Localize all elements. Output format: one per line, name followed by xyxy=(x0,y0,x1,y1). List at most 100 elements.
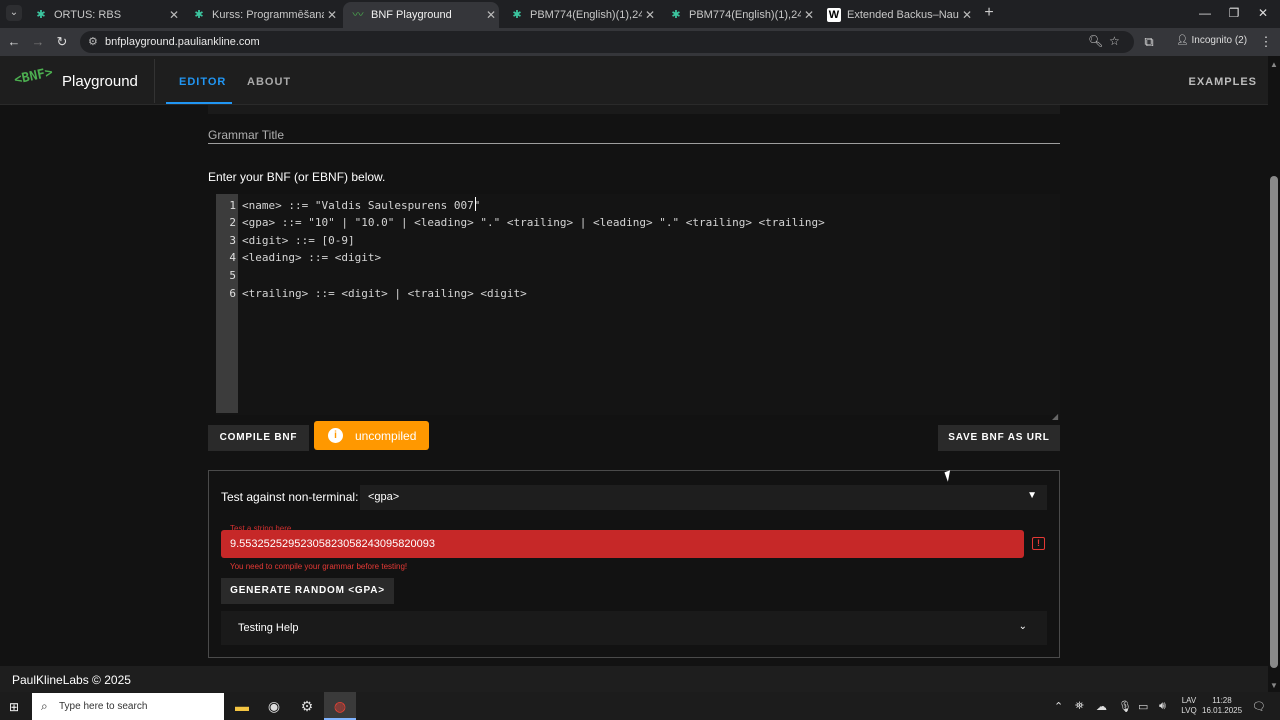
star-icon: ✱ xyxy=(194,9,204,21)
volume-icon[interactable]: 🔊︎ xyxy=(1159,700,1166,713)
close-tab-icon[interactable]: ✕ xyxy=(959,8,975,22)
notifications-icon[interactable]: 🗨︎ xyxy=(1252,700,1266,713)
brand-title[interactable]: Playground xyxy=(62,73,138,90)
reload-icon[interactable]: ↻ xyxy=(54,34,70,50)
tab-editor[interactable]: EDITOR xyxy=(179,76,226,88)
tray-overflow-icon[interactable]: ⌃ xyxy=(1054,700,1063,713)
tab-title: Kurss: Programmēšanas valodu xyxy=(212,9,324,21)
incognito-indicator[interactable]: 👤︎ Incognito (2) xyxy=(1176,35,1247,46)
bnf-icon: 〰 xyxy=(352,9,364,21)
testing-help-label: Testing Help xyxy=(238,622,299,634)
scroll-up-icon[interactable]: ▲ xyxy=(1270,60,1278,69)
incognito-icon: 👤︎ xyxy=(1176,35,1189,46)
text-cursor xyxy=(475,197,476,211)
app-icon[interactable]: ◉ xyxy=(258,692,290,720)
close-window-icon[interactable]: ✕ xyxy=(1253,6,1273,20)
new-tab-icon[interactable]: + xyxy=(981,5,997,21)
network-icon[interactable]: ▭ xyxy=(1138,700,1148,713)
scrollbar-thumb[interactable] xyxy=(1270,176,1278,668)
back-icon[interactable]: ← xyxy=(6,34,22,50)
tab-about[interactable]: ABOUT xyxy=(247,76,291,88)
tab-search-menu-icon[interactable]: ⌄ xyxy=(6,5,22,21)
keyboard-language[interactable]: LAV LVQ xyxy=(1178,696,1200,716)
app-header: <BNF> Playground EDITOR ABOUT EXAMPLES xyxy=(0,56,1268,105)
restore-icon[interactable]: ❐ xyxy=(1224,6,1244,20)
chrome-icon[interactable]: ◍ xyxy=(324,692,356,720)
testing-help-accordion[interactable]: Testing Help ⌄ xyxy=(221,611,1047,645)
file-explorer-icon[interactable]: ▬ xyxy=(226,692,258,720)
os-taskbar: ⊞ ⌕ Type here to search ▬ ◉ ⚙ ◍ ⌃ ⛯ ☁ 🎙︎… xyxy=(0,692,1280,720)
browser-toolbar: ← → ↻ ⚙ bnfplayground.pauliankline.com 🔍… xyxy=(0,28,1280,56)
test-string-input[interactable] xyxy=(221,530,1024,558)
wikipedia-icon: W xyxy=(827,8,841,22)
generate-random-button[interactable]: GENERATE RANDOM <GPA> xyxy=(221,578,394,604)
windows-start-icon[interactable]: ⊞ xyxy=(9,700,19,714)
nonterminal-value: <gpa> xyxy=(368,491,400,503)
code-line[interactable]: <digit> ::= [0-9] xyxy=(242,234,355,247)
star-icon: ✱ xyxy=(36,9,46,21)
line-number: 4 xyxy=(229,251,236,264)
code-line[interactable]: <gpa> ::= "10" | "10.0" | <leading> "." … xyxy=(242,216,825,229)
tab-title: BNF Playground xyxy=(371,9,452,21)
browser-tab[interactable]: ✱ PBM774(English)(1),24/25-P: A ✕ xyxy=(502,2,658,28)
keyboard-layout: LVQ xyxy=(1181,706,1197,715)
browser-tab[interactable]: ✱ Kurss: Programmēšanas valodu ✕ xyxy=(184,2,340,28)
clock-date: 16.01.2025 xyxy=(1202,706,1243,715)
code-line[interactable]: <name> ::= "Valdis Saulespurens 007" xyxy=(242,199,480,212)
address-bar[interactable]: ⚙ bnfplayground.pauliankline.com 🔍︎ ☆ xyxy=(80,31,1134,53)
active-tab-indicator xyxy=(166,102,232,104)
code-line[interactable]: <trailing> ::= <digit> | <trailing> <dig… xyxy=(242,287,527,300)
compile-bnf-button[interactable]: COMPILE BNF xyxy=(208,425,309,451)
settings-gear-icon[interactable]: ⚙ xyxy=(291,692,323,720)
compile-status-badge: i uncompiled xyxy=(314,421,429,450)
more-menu-icon[interactable]: ⋮ xyxy=(1258,34,1274,50)
close-tab-icon[interactable]: ✕ xyxy=(642,8,658,22)
save-bnf-url-button[interactable]: SAVE BNF AS URL xyxy=(938,425,1060,451)
nonterminal-select[interactable]: <gpa> ▼ xyxy=(360,485,1047,510)
browser-tab-active[interactable]: 〰 BNF Playground ✕ xyxy=(343,2,499,28)
microphone-icon[interactable]: 🎙︎ xyxy=(1118,700,1132,713)
search-icon: ⌕ xyxy=(41,699,48,713)
scroll-down-icon[interactable]: ▼ xyxy=(1270,681,1278,690)
close-tab-icon[interactable]: ✕ xyxy=(483,8,499,22)
taskbar-search-box[interactable]: ⌕ Type here to search xyxy=(32,693,224,720)
dropdown-arrow-icon: ▼ xyxy=(1027,490,1037,501)
star-icon: ✱ xyxy=(671,9,681,21)
line-number: 6 xyxy=(229,287,236,300)
bnf-logo[interactable]: <BNF> xyxy=(13,65,54,88)
line-number: 5 xyxy=(229,269,236,282)
zoom-icon[interactable]: 🔍︎ xyxy=(1088,34,1103,48)
onedrive-cloud-icon[interactable]: ☁ xyxy=(1096,700,1107,713)
grammar-title-label[interactable]: Grammar Title xyxy=(208,128,284,142)
close-tab-icon[interactable]: ✕ xyxy=(801,8,817,22)
editor-instructions: Enter your BNF (or EBNF) below. xyxy=(208,170,386,184)
code-line[interactable]: <leading> ::= <digit> xyxy=(242,251,381,264)
tray-app-icon[interactable]: ⛯ xyxy=(1075,700,1084,713)
tab-title: PBM774(English)(1),24/25-P: H xyxy=(689,9,801,21)
system-clock[interactable]: 11:28 16.01.2025 xyxy=(1202,696,1242,716)
test-string-field[interactable] xyxy=(221,530,1024,558)
line-number: 2 xyxy=(229,216,236,229)
resize-handle-icon[interactable]: ◢ xyxy=(1052,412,1058,421)
extensions-icon[interactable]: ⧉ xyxy=(1141,34,1157,50)
chevron-down-icon: ⌄ xyxy=(1018,621,1027,632)
minimize-icon[interactable]: — xyxy=(1195,6,1215,20)
browser-tab[interactable]: W Extended Backus–Naur form - V ✕ xyxy=(819,2,975,28)
taskbar-search-placeholder: Type here to search xyxy=(59,701,148,712)
bookmark-star-icon[interactable]: ☆ xyxy=(1109,34,1120,48)
tab-title: ORTUS: RBS xyxy=(54,9,122,21)
examples-button[interactable]: EXAMPLES xyxy=(1188,76,1257,88)
close-tab-icon[interactable]: ✕ xyxy=(324,8,340,22)
status-label: uncompiled xyxy=(355,429,417,443)
browser-tab-bar: ⌄ ✱ ORTUS: RBS ✕ ✱ Kurss: Programmēšanas… xyxy=(0,0,1280,28)
tab-title: Extended Backus–Naur form - V xyxy=(847,9,959,21)
error-icon: ! xyxy=(1032,537,1045,550)
incognito-label: Incognito (2) xyxy=(1191,35,1248,46)
close-tab-icon[interactable]: ✕ xyxy=(166,8,182,22)
forward-icon[interactable]: → xyxy=(30,34,46,50)
browser-tab[interactable]: ✱ ORTUS: RBS ✕ xyxy=(26,2,182,28)
grammar-title-field[interactable] xyxy=(208,105,1060,114)
site-info-icon[interactable]: ⚙ xyxy=(88,35,98,48)
footer-copyright: PaulKlineLabs © 2025 xyxy=(12,673,131,687)
browser-tab[interactable]: ✱ PBM774(English)(1),24/25-P: H ✕ xyxy=(661,2,817,28)
